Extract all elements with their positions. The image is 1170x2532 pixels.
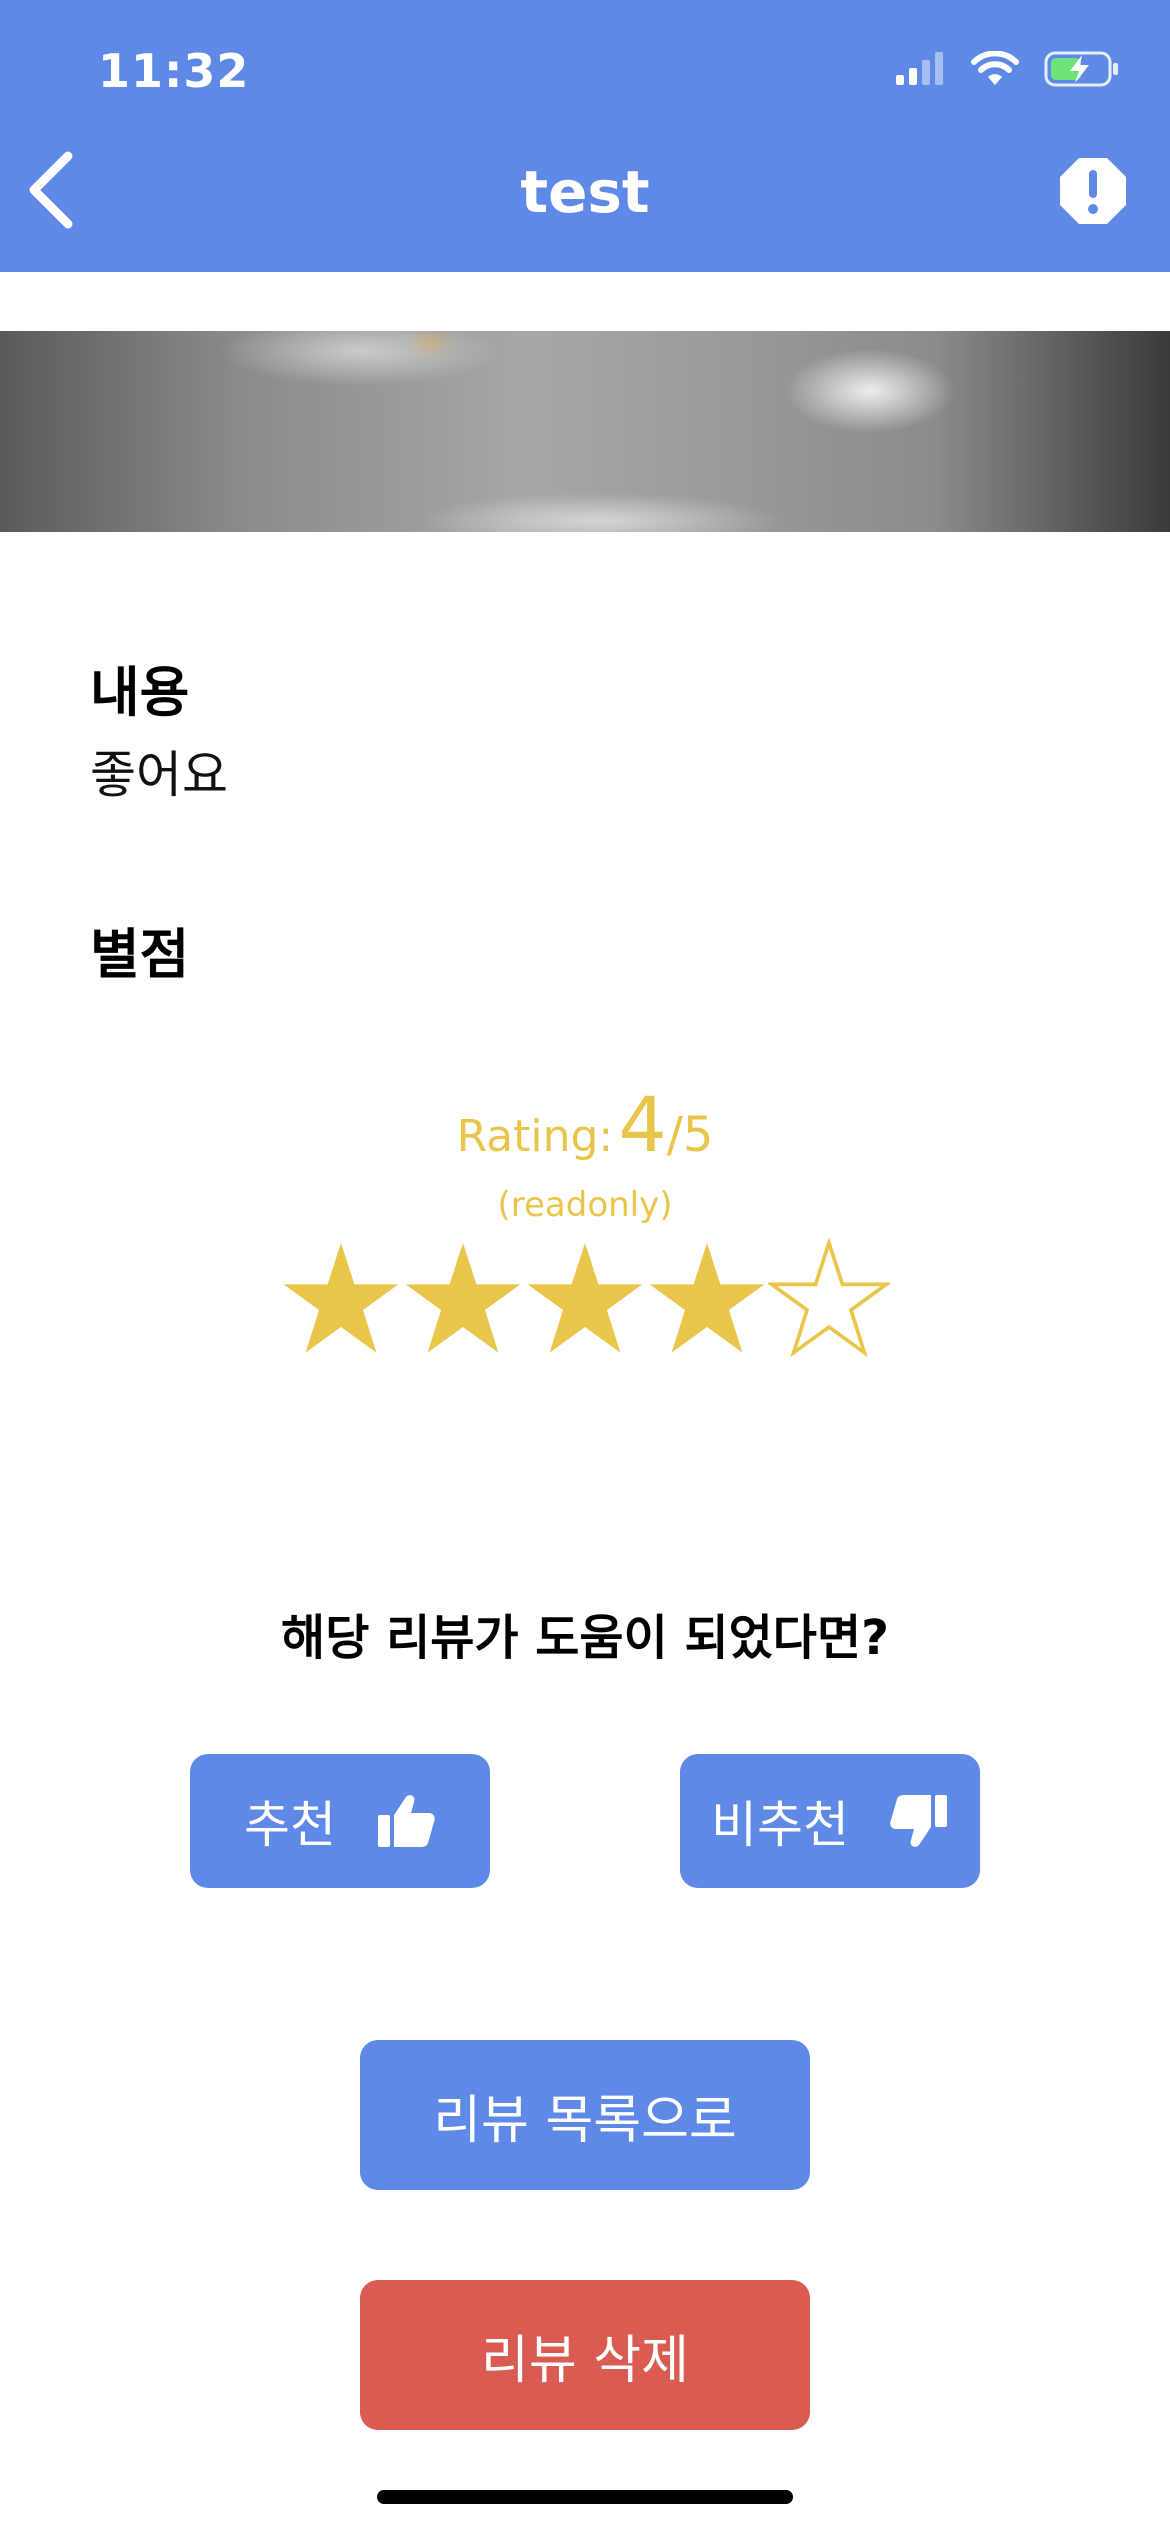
report-button[interactable] <box>1058 156 1128 226</box>
status-icons <box>894 50 1120 88</box>
review-photo <box>0 331 1170 532</box>
page-title: test <box>520 158 650 226</box>
rating-label: 별점 <box>90 923 190 986</box>
rating-prefix: Rating: <box>456 1111 614 1162</box>
status-time: 11:32 <box>98 44 250 98</box>
home-indicator <box>377 2490 793 2504</box>
star-rating <box>280 1238 890 1360</box>
star-icon-filled <box>649 1242 765 1353</box>
wifi-icon <box>971 51 1019 85</box>
content-text: 좋어요 <box>90 746 228 804</box>
signal-icon <box>896 52 943 85</box>
not-recommend-label: 비추천 <box>711 1796 849 1854</box>
recommend-label: 추천 <box>244 1796 336 1854</box>
star-icon-filled <box>405 1242 521 1353</box>
rating-value: 4 <box>618 1080 667 1169</box>
recommend-button[interactable]: 추천 <box>190 1754 490 1888</box>
star-icon-filled <box>527 1242 643 1353</box>
battery-charging-icon <box>1044 51 1118 87</box>
not-recommend-button[interactable]: 비추천 <box>680 1754 980 1888</box>
delete-review-button[interactable]: 리뷰 삭제 <box>360 2280 810 2430</box>
helpful-question: 해당 리뷰가 도움이 되었다면? <box>281 1610 889 1666</box>
rating-summary: Rating: 4/5 <box>0 1080 1170 1169</box>
rating-mode: (readonly) <box>497 1185 673 1225</box>
top-bar: 11:32 test <box>0 0 1170 272</box>
content-label: 내용 <box>90 661 190 724</box>
star-icon-filled <box>283 1242 399 1353</box>
alert-octagon-icon <box>1060 158 1126 224</box>
star-icon-empty <box>768 1238 890 1358</box>
thumbs-down-icon <box>890 1795 947 1847</box>
rating-denominator: /5 <box>666 1107 714 1163</box>
thumbs-up-icon <box>378 1795 435 1847</box>
review-list-button[interactable]: 리뷰 목록으로 <box>360 2040 810 2190</box>
